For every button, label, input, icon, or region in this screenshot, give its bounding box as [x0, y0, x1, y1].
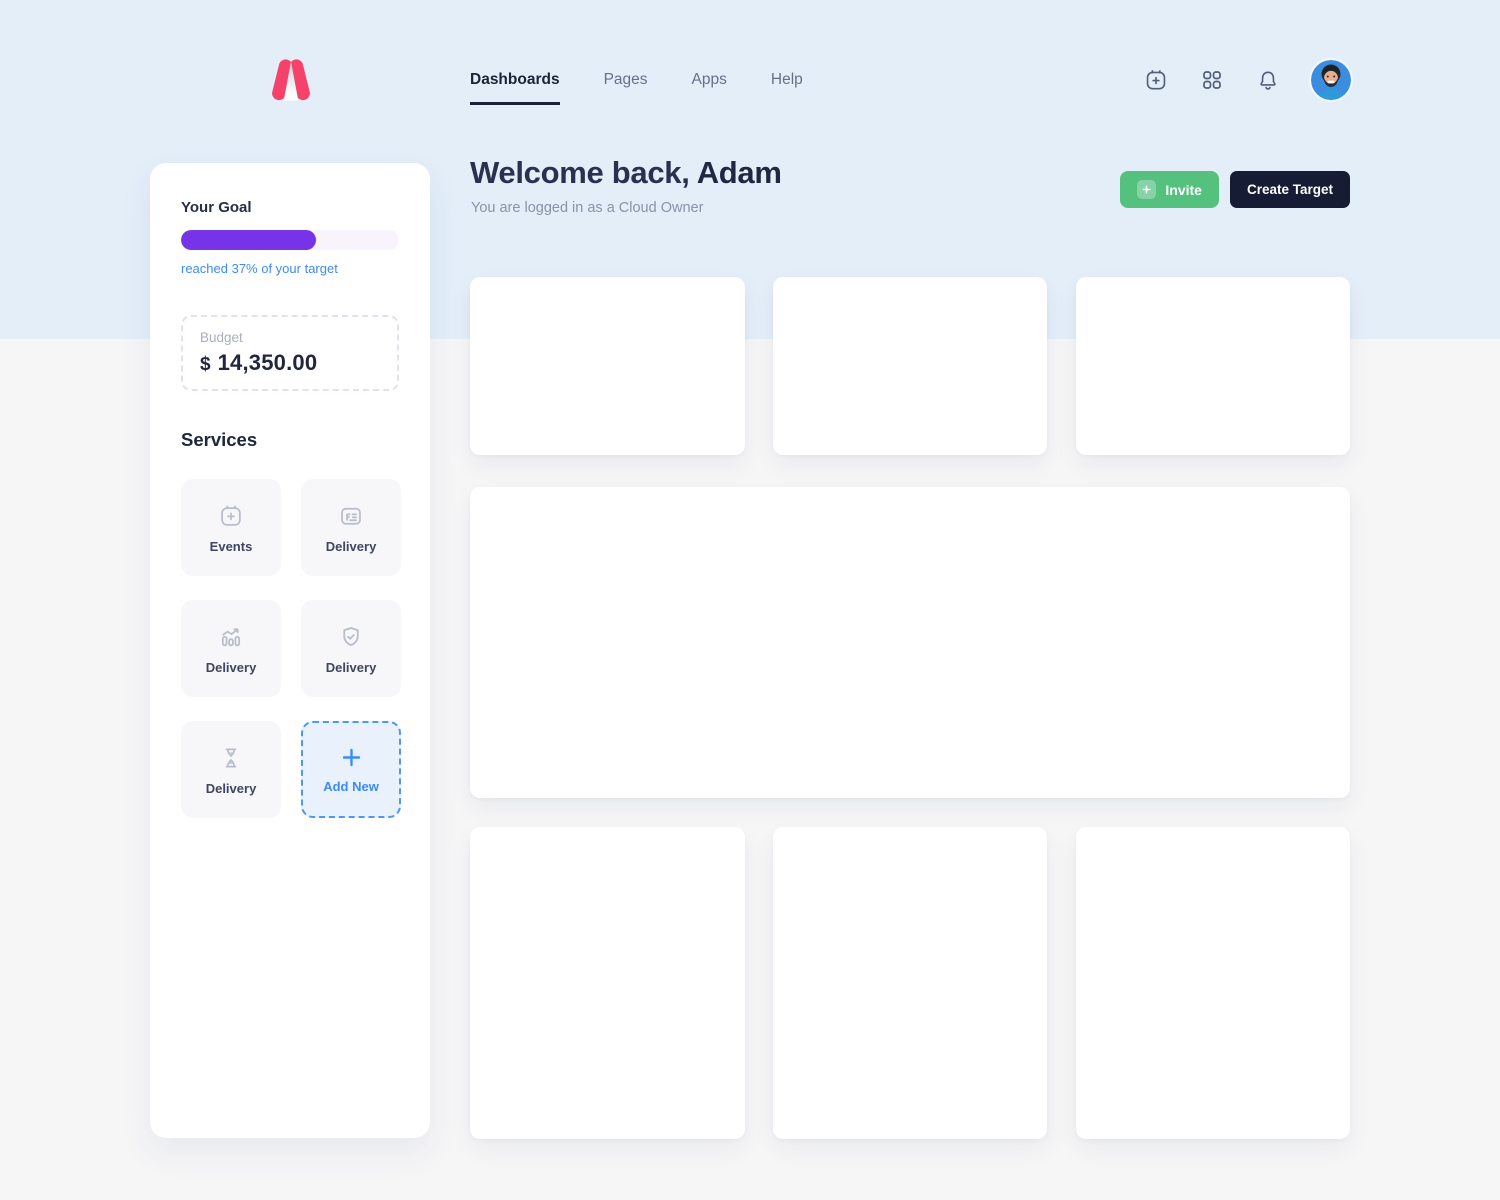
service-tile-delivery-3[interactable]: Delivery — [301, 600, 401, 697]
invite-button-label: Invite — [1165, 182, 1202, 198]
budget-value: 14,350.00 — [218, 350, 318, 376]
services-grid: Events Delivery — [181, 479, 399, 818]
goal-caption: reached 37% of your target — [181, 261, 399, 276]
invite-plus-icon — [1137, 180, 1156, 199]
add-new-service-tile[interactable]: Add New — [301, 721, 401, 818]
service-tile-events[interactable]: Events — [181, 479, 281, 576]
calendar-add-icon[interactable] — [1143, 67, 1169, 93]
welcome-name: Adam — [697, 155, 782, 190]
nav-item-help[interactable]: Help — [771, 71, 803, 105]
header-actions — [1143, 60, 1351, 100]
goal-progress-fill — [181, 230, 316, 250]
dashboard-card-bottom-2 — [773, 827, 1047, 1139]
service-tile-label: Events — [210, 539, 253, 554]
dashboard-card-bottom-1 — [470, 827, 745, 1139]
analytics-chart-icon — [217, 623, 245, 651]
apps-grid-icon[interactable] — [1199, 67, 1225, 93]
goal-progress-bar — [181, 230, 399, 250]
invite-button[interactable]: Invite — [1120, 171, 1219, 208]
service-tile-label: Delivery — [326, 539, 377, 554]
notifications-bell-icon[interactable] — [1255, 67, 1281, 93]
service-tile-delivery-1[interactable]: Delivery — [301, 479, 401, 576]
service-tile-label: Delivery — [206, 781, 257, 796]
plus-icon — [339, 745, 364, 770]
dashboard-card-wide — [470, 487, 1350, 798]
nav-item-dashboards[interactable]: Dashboards — [470, 71, 560, 105]
service-tile-label: Delivery — [206, 660, 257, 675]
nav-item-apps[interactable]: Apps — [692, 71, 727, 105]
header-cta-group: Invite Create Target — [1120, 171, 1350, 208]
top-navigation: Dashboards Pages Apps Help — [470, 71, 803, 105]
budget-label: Budget — [200, 330, 380, 345]
brand-logo[interactable] — [260, 56, 322, 104]
services-title: Services — [181, 429, 399, 451]
brand-logo-icon — [260, 56, 322, 104]
goal-title: Your Goal — [181, 199, 399, 216]
nav-item-pages[interactable]: Pages — [604, 71, 648, 105]
service-tile-delivery-2[interactable]: Delivery — [181, 600, 281, 697]
welcome-prefix: Welcome back, — [470, 155, 697, 190]
service-tile-label: Add New — [323, 779, 379, 794]
dashboard-card-top-3 — [1076, 277, 1350, 455]
shield-check-icon — [337, 623, 365, 651]
dashboard-card-top-2 — [773, 277, 1047, 455]
calendar-plus-icon — [217, 502, 245, 530]
create-target-label: Create Target — [1247, 182, 1333, 197]
hourglass-icon — [217, 744, 245, 772]
page-title: Welcome back, Adam — [470, 155, 782, 191]
dashboard-card-bottom-3 — [1076, 827, 1350, 1139]
user-avatar[interactable] — [1311, 60, 1351, 100]
sidebar-panel: Your Goal reached 37% of your target Bud… — [150, 163, 430, 1138]
page-subtitle: You are logged in as a Cloud Owner — [471, 200, 703, 216]
create-target-button[interactable]: Create Target — [1230, 171, 1350, 208]
service-tile-delivery-4[interactable]: Delivery — [181, 721, 281, 818]
budget-currency: $ — [200, 354, 211, 376]
form-card-icon — [337, 502, 365, 530]
service-tile-label: Delivery — [326, 660, 377, 675]
budget-box: Budget $ 14,350.00 — [181, 315, 399, 391]
budget-amount: $ 14,350.00 — [200, 350, 380, 376]
dashboard-card-top-1 — [470, 277, 745, 455]
